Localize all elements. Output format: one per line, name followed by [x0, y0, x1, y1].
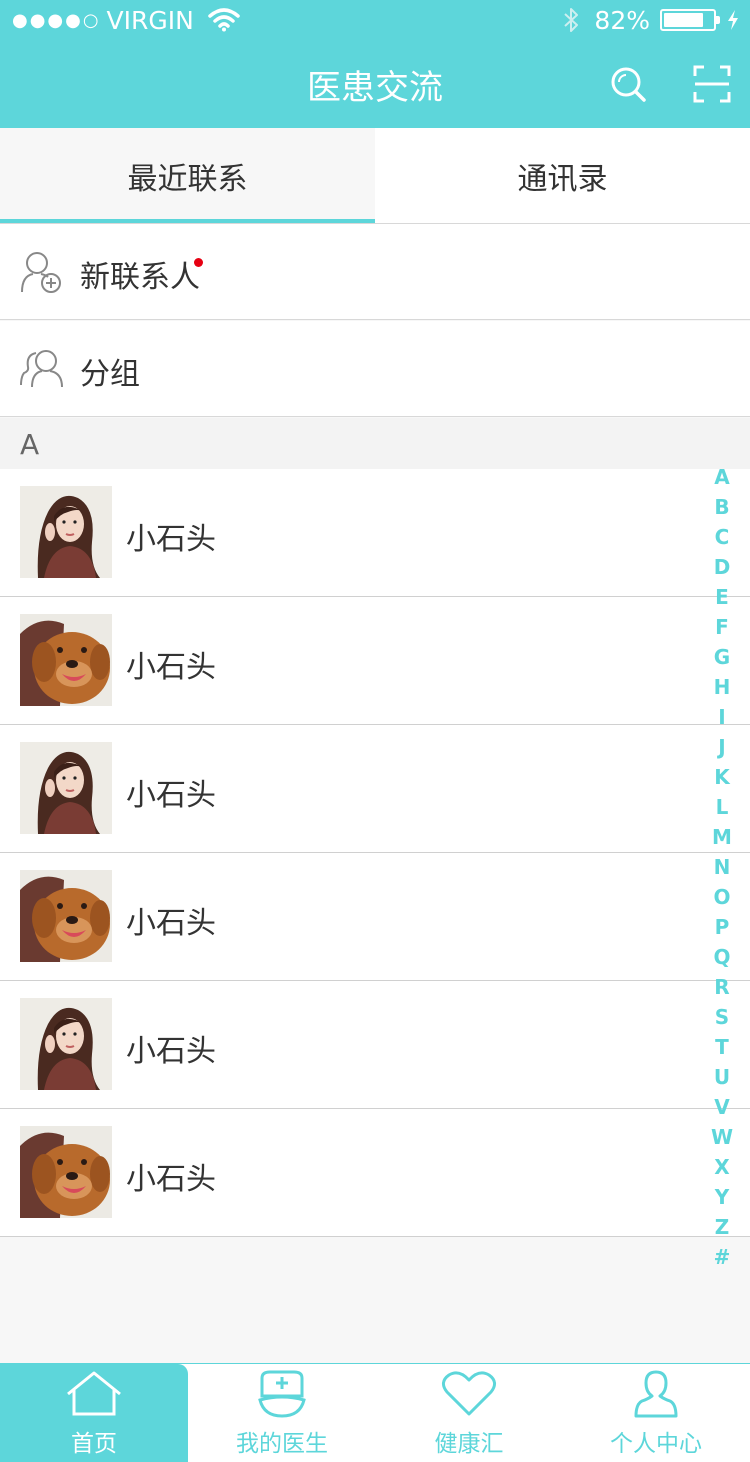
contact-list: 小石头 小石头 小石头 小石头 小石头 小石头: [0, 469, 750, 1237]
new-contacts-badge: [194, 258, 203, 267]
tabbar-health-label: 健康汇: [434, 1431, 504, 1457]
groups-row[interactable]: 分组: [0, 321, 750, 417]
alpha-index-letter[interactable]: K: [706, 762, 738, 792]
alpha-index-letter[interactable]: C: [706, 522, 738, 552]
carrier-name: VIRGIN: [106, 5, 194, 35]
alpha-index-letter[interactable]: T: [706, 1032, 738, 1062]
alpha-index-letter[interactable]: Z: [706, 1212, 738, 1242]
tabbar-my-doctor[interactable]: 我的医生: [188, 1364, 376, 1462]
alpha-index-letter[interactable]: M: [706, 822, 738, 852]
search-button[interactable]: [608, 64, 648, 104]
bottom-tab-bar: 首页 我的医生 健康汇 个人中心: [0, 1363, 750, 1462]
add-contact-icon: [21, 252, 61, 293]
tabbar-my-doctor-label: 我的医生: [236, 1431, 328, 1457]
app-header: ●●●●○ VIRGIN 82% 医患交流: [0, 0, 750, 128]
alpha-index-letter[interactable]: A: [706, 462, 738, 492]
dog-avatar: [20, 870, 112, 962]
alpha-index-letter[interactable]: I: [706, 702, 738, 732]
search-icon: [611, 67, 646, 102]
contact-row[interactable]: 小石头: [0, 597, 750, 725]
person-icon: [634, 1370, 678, 1418]
alpha-index-letter[interactable]: H: [706, 672, 738, 702]
charging-icon: [728, 10, 738, 30]
groups-label: 分组: [80, 357, 140, 392]
girl-avatar: [20, 486, 112, 578]
nurse-cap-icon: [258, 1370, 306, 1418]
alpha-index-letter[interactable]: R: [706, 972, 738, 1002]
alpha-index-letter[interactable]: E: [706, 582, 738, 612]
section-header: A: [0, 418, 750, 469]
alpha-index-letter[interactable]: Q: [706, 942, 738, 972]
tabbar-profile-label: 个人中心: [610, 1431, 702, 1457]
alphabet-index[interactable]: A B C D E F G H I J K L M N O P Q R S T U V W X Y Z #: [706, 462, 738, 1272]
contact-name: 小石头: [126, 1034, 216, 1069]
contact-row[interactable]: 小石头: [0, 981, 750, 1109]
wifi-icon: [208, 8, 240, 32]
contact-row[interactable]: 小石头: [0, 853, 750, 981]
tabbar-home[interactable]: 首页: [0, 1364, 188, 1462]
contact-name: 小石头: [126, 906, 216, 941]
scan-icon: [693, 65, 731, 103]
alpha-index-letter[interactable]: Y: [706, 1182, 738, 1212]
scan-button[interactable]: [692, 64, 732, 104]
tab-address-book[interactable]: 通讯录: [375, 128, 750, 223]
battery-icon: [660, 9, 720, 31]
new-contacts-label: 新联系人: [80, 260, 200, 295]
tabbar-health[interactable]: 健康汇: [375, 1364, 563, 1462]
contact-name: 小石头: [126, 522, 216, 557]
signal-strength: ●●●●○: [12, 9, 101, 31]
alpha-index-letter[interactable]: F: [706, 612, 738, 642]
bluetooth-icon: [564, 8, 579, 32]
alpha-index-letter[interactable]: X: [706, 1152, 738, 1182]
contact-row[interactable]: 小石头: [0, 725, 750, 853]
contact-row[interactable]: 小石头: [0, 1109, 750, 1237]
tabbar-profile[interactable]: 个人中心: [562, 1364, 750, 1462]
alpha-index-letter[interactable]: G: [706, 642, 738, 672]
group-icon: [20, 350, 63, 388]
alpha-index-letter[interactable]: V: [706, 1092, 738, 1122]
contact-name: 小石头: [126, 778, 216, 813]
home-icon: [67, 1371, 121, 1416]
alpha-index-letter[interactable]: L: [706, 792, 738, 822]
alpha-index-letter[interactable]: B: [706, 492, 738, 522]
section-letter: A: [20, 428, 40, 461]
alpha-index-letter[interactable]: O: [706, 882, 738, 912]
alpha-index-letter[interactable]: J: [706, 732, 738, 762]
alpha-index-letter[interactable]: P: [706, 912, 738, 942]
dog-avatar: [20, 1126, 112, 1218]
contact-tabs: 最近联系 通讯录: [0, 128, 750, 224]
contact-row[interactable]: 小石头: [0, 469, 750, 597]
girl-avatar: [20, 742, 112, 834]
contact-name: 小石头: [126, 1162, 216, 1197]
dog-avatar: [20, 614, 112, 706]
alpha-index-letter[interactable]: D: [706, 552, 738, 582]
contact-name: 小石头: [126, 650, 216, 685]
battery-percentage: 82%: [594, 5, 650, 35]
tab-recent-contacts[interactable]: 最近联系: [0, 128, 375, 223]
alpha-index-letter[interactable]: W: [706, 1122, 738, 1152]
new-contacts-row[interactable]: 新联系人: [0, 224, 750, 320]
status-bar: ●●●●○ VIRGIN 82%: [0, 0, 750, 40]
alpha-index-letter[interactable]: U: [706, 1062, 738, 1092]
tabbar-home-label: 首页: [71, 1431, 117, 1457]
battery-level-fill: [664, 13, 704, 27]
alpha-index-letter[interactable]: S: [706, 1002, 738, 1032]
heart-icon: [442, 1371, 496, 1416]
girl-avatar: [20, 998, 112, 1090]
alpha-index-letter[interactable]: #: [706, 1242, 738, 1272]
alpha-index-letter[interactable]: N: [706, 852, 738, 882]
